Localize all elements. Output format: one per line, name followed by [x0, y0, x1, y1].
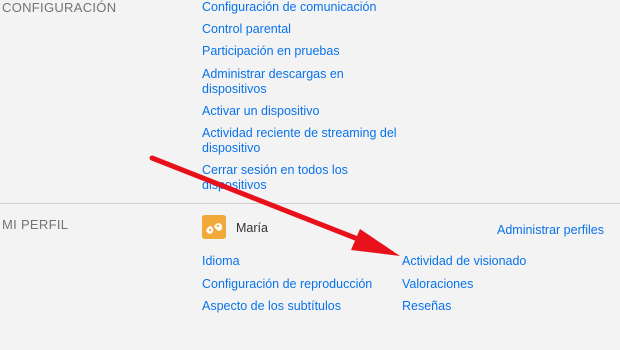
viewing-activity-link[interactable]: Actividad de visionado	[402, 253, 526, 270]
manage-downloads-link-line2[interactable]: dispositivos	[202, 81, 267, 98]
communication-settings-link[interactable]: Configuración de comunicación	[202, 0, 376, 16]
activate-device-link[interactable]: Activar un dispositivo	[202, 103, 319, 120]
subtitle-appearance-link[interactable]: Aspecto de los subtítulos	[202, 298, 341, 315]
recent-streaming-activity-link-line2[interactable]: dispositivo	[202, 140, 260, 157]
section-divider	[0, 203, 620, 204]
reviews-link[interactable]: Reseñas	[402, 298, 451, 315]
language-link[interactable]: Idioma	[202, 253, 240, 270]
settings-section-title: CONFIGURACIÓN	[2, 0, 117, 15]
profile-avatar-icon[interactable]	[202, 215, 226, 239]
profile-name: María	[236, 221, 268, 235]
ratings-link[interactable]: Valoraciones	[402, 276, 473, 293]
manage-profiles-link[interactable]: Administrar perfiles	[497, 222, 604, 239]
playback-settings-link[interactable]: Configuración de reproducción	[202, 276, 372, 293]
parental-controls-link[interactable]: Control parental	[202, 21, 291, 38]
sign-out-all-devices-link-line2[interactable]: dispositivos	[202, 177, 267, 194]
test-participation-link[interactable]: Participación en pruebas	[202, 43, 340, 60]
profile-section-title: MI PERFIL	[2, 217, 69, 232]
